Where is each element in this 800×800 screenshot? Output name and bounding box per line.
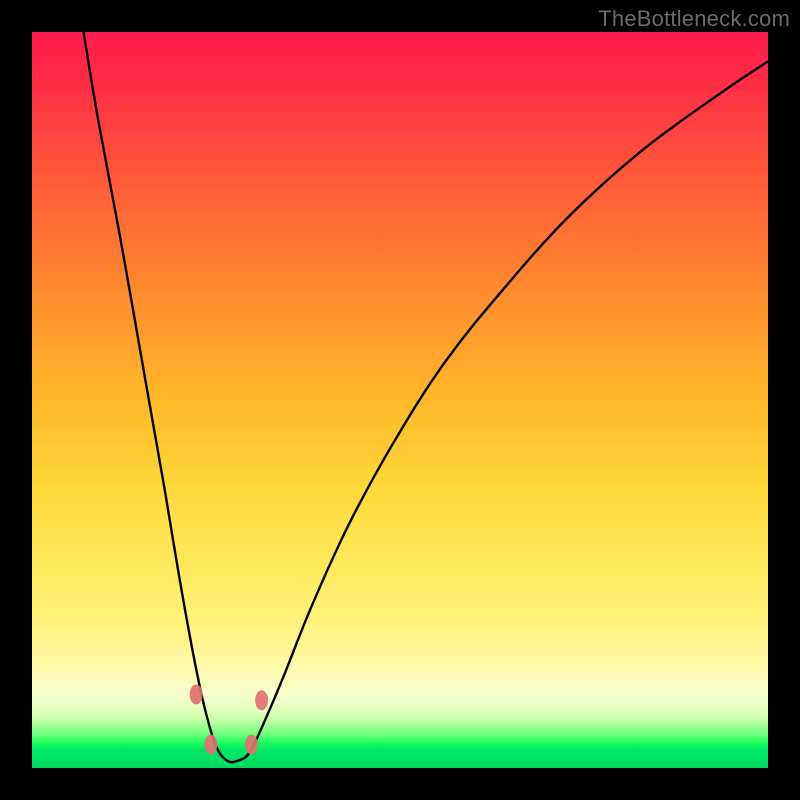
marker-left-lower — [204, 734, 217, 754]
bottleneck-curve — [84, 32, 768, 762]
chart-frame: TheBottleneck.com — [0, 0, 800, 800]
watermark-text: TheBottleneck.com — [598, 6, 790, 32]
curve-markers — [190, 684, 268, 754]
marker-right-upper — [255, 690, 268, 710]
marker-right-lower — [245, 734, 258, 754]
curve-layer — [32, 32, 768, 768]
marker-left-upper — [190, 684, 203, 704]
plot-area — [32, 32, 768, 768]
